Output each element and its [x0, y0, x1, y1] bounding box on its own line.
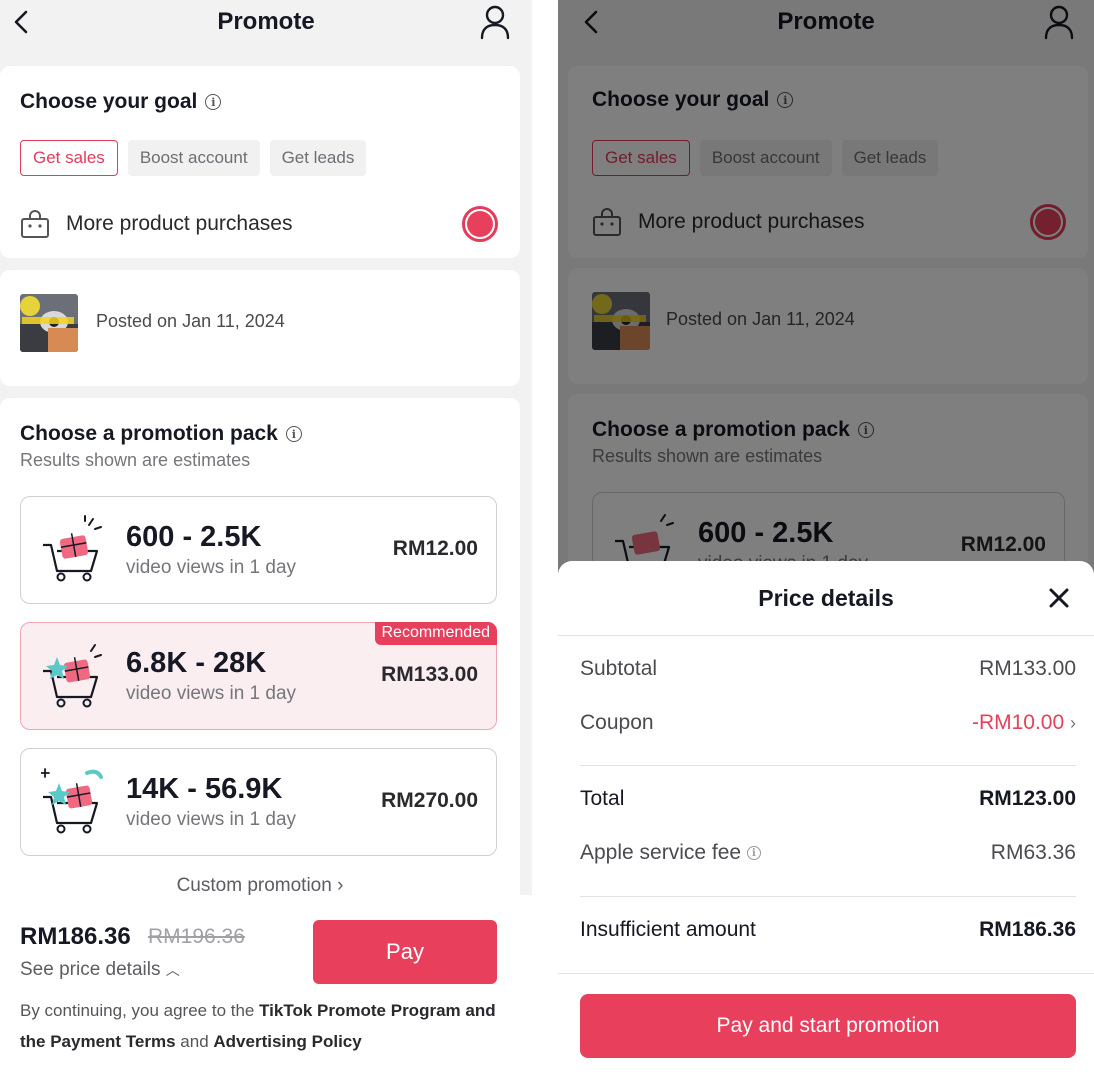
video-thumbnail[interactable] — [20, 294, 78, 352]
account-icon[interactable] — [480, 4, 510, 40]
chip-get-leads[interactable]: Get leads — [269, 140, 367, 176]
subtotal-row: Subtotal RM133.00 — [580, 657, 1076, 681]
pack-range: 6.8K - 28K — [126, 647, 267, 679]
insufficient-row: Insufficient amount RM186.36 — [580, 918, 1076, 942]
shopping-bag-icon — [21, 210, 49, 238]
info-icon[interactable]: i — [205, 94, 222, 110]
info-icon[interactable]: i — [285, 426, 302, 442]
original-price: RM196.36 — [148, 925, 245, 948]
total-row: Total RM123.00 — [580, 787, 1076, 811]
coupon-label: Coupon — [580, 711, 654, 734]
goal-title: Choose your goal i — [20, 90, 222, 114]
coupon-value: -RM10.00 — [971, 711, 1065, 734]
service-fee-value: RM63.36 — [990, 841, 1076, 864]
promote-screen-with-sheet: Promote Choose your goal i Get sales Boo… — [558, 0, 1094, 1082]
see-price-details-label: See price details — [20, 959, 161, 980]
pack-range: 600 - 2.5K — [126, 521, 262, 553]
pay-button[interactable]: Pay — [313, 920, 497, 984]
service-fee-label-group: Apple service fee i — [580, 841, 761, 865]
coupon-row[interactable]: Coupon -RM10.00 › — [580, 711, 1076, 735]
pack-card: Choose a promotion pack i Results shown … — [0, 398, 520, 918]
service-fee-row: Apple service fee i RM63.36 — [580, 841, 1076, 865]
chip-get-sales[interactable]: Get sales — [20, 140, 118, 176]
goal-card: Choose your goal i Get sales Boost accou… — [0, 66, 520, 258]
radio-selected[interactable] — [462, 206, 498, 242]
pack-title-text: Choose a promotion pack — [20, 422, 278, 445]
custom-promotion-link[interactable]: Custom promotion › — [0, 875, 520, 897]
divider — [580, 765, 1076, 766]
info-icon[interactable]: i — [746, 846, 761, 861]
chevron-right-icon: › — [337, 875, 344, 896]
goal-option-label: More product purchases — [66, 212, 293, 235]
subtotal-label: Subtotal — [580, 657, 658, 680]
cart-gift-icon — [41, 768, 103, 834]
recommended-badge: Recommended — [374, 622, 497, 645]
custom-promotion-label: Custom promotion — [176, 875, 332, 896]
pack-desc: video views in 1 day — [126, 809, 297, 830]
pay-and-start-button[interactable]: Pay and start promotion — [580, 994, 1076, 1058]
legal-text-2: and — [175, 1032, 214, 1051]
pack-desc: video views in 1 day — [126, 557, 297, 578]
close-icon[interactable] — [1048, 587, 1070, 609]
see-price-details-link[interactable]: See price details ︿ — [20, 959, 180, 981]
screen-divider — [532, 0, 558, 1082]
goal-chips: Get sales Boost account Get leads — [20, 140, 367, 176]
service-fee-label: Apple service fee — [580, 841, 742, 864]
sheet-title: Price details — [758, 585, 894, 611]
coupon-value-group: -RM10.00 › — [972, 711, 1076, 735]
divider — [558, 973, 1094, 974]
checkout-footer: RM186.36 RM196.36 See price details ︿ Pa… — [0, 895, 532, 1082]
pack-price: RM133.00 — [381, 663, 478, 686]
chip-boost-account[interactable]: Boost account — [127, 140, 260, 176]
divider — [580, 896, 1076, 897]
price-details-sheet: Price details Subtotal RM133.00 Coupon -… — [558, 561, 1094, 1082]
total-label: Total — [580, 787, 625, 810]
pack-option-2[interactable]: Recommended 6.8K - 28K video views in 1 … — [20, 622, 497, 730]
total-value: RM123.00 — [979, 787, 1076, 810]
pack-range: 14K - 56.9K — [126, 773, 283, 805]
pack-desc: video views in 1 day — [126, 683, 297, 704]
pack-subtitle: Results shown are estimates — [20, 450, 251, 470]
cart-gift-icon — [43, 644, 102, 708]
cart-gift-icon — [43, 515, 102, 582]
insufficient-label: Insufficient amount — [580, 918, 756, 941]
pack-price: RM12.00 — [392, 537, 478, 560]
pack-option-3[interactable]: 14K - 56.9K video views in 1 day RM270.0… — [20, 748, 497, 856]
divider — [558, 635, 1094, 636]
insufficient-value: RM186.36 — [979, 918, 1076, 941]
legal-text: By continuing, you agree to the TikTok P… — [20, 995, 500, 1057]
goal-title-text: Choose your goal — [20, 90, 198, 113]
subtotal-value: RM133.00 — [979, 657, 1076, 680]
promote-screen: Promote Choose your goal i Get sales Boo… — [0, 0, 532, 1082]
page-title: Promote — [217, 8, 315, 35]
post-card: Posted on Jan 11, 2024 — [0, 270, 520, 386]
chevron-right-icon: › — [1070, 713, 1076, 733]
goal-option-row[interactable]: More product purchases — [20, 206, 498, 242]
pack-title: Choose a promotion pack i — [20, 422, 302, 446]
posted-date: Posted on Jan 11, 2024 — [96, 311, 285, 331]
chevron-up-icon: ︿ — [165, 962, 180, 978]
total-price: RM186.36 — [20, 923, 131, 950]
pack-price: RM270.00 — [381, 789, 478, 812]
legal-text-1: By continuing, you agree to the — [20, 1001, 260, 1020]
header: Promote — [0, 0, 532, 46]
advertising-policy-link[interactable]: Advertising Policy — [213, 1032, 361, 1051]
pack-option-1[interactable]: 600 - 2.5K video views in 1 day RM12.00 — [20, 496, 497, 604]
